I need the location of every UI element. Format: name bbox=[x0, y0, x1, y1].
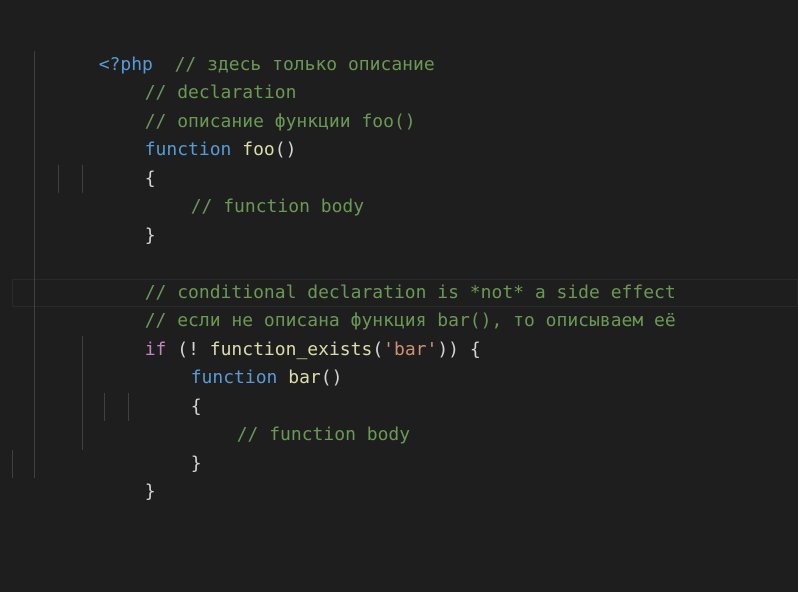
indent-guide bbox=[12, 449, 13, 478]
indent-guide bbox=[34, 193, 35, 222]
indent-guide bbox=[82, 421, 83, 450]
indent-guide bbox=[34, 307, 35, 336]
code-line-6: // function body bbox=[12, 164, 798, 217]
indent-guide bbox=[82, 335, 83, 364]
indent-guide bbox=[34, 421, 35, 450]
indent-guide bbox=[34, 278, 35, 307]
code-line-4: function foo() bbox=[12, 107, 798, 160]
indent-guide bbox=[34, 335, 35, 364]
code-line-11: if (! function_exists('bar')) { bbox=[12, 307, 798, 360]
code-line-16: } bbox=[12, 449, 798, 502]
code-line-12: function bar() bbox=[12, 335, 798, 388]
code-line-9: // conditional declaration is *not* a si… bbox=[12, 250, 798, 303]
indent-guide bbox=[34, 364, 35, 393]
indent-guide bbox=[104, 392, 105, 421]
code-editor[interactable]: <?php // здесь только описание // declar… bbox=[0, 0, 798, 511]
indent-guide bbox=[34, 449, 35, 478]
indent-guide bbox=[34, 164, 35, 193]
code-line-3: // описание функции foo() bbox=[12, 79, 798, 132]
code-lines: <?php // здесь только описание // declar… bbox=[12, 22, 798, 502]
indent-guide bbox=[34, 79, 35, 108]
indent-guide bbox=[34, 221, 35, 250]
indent-guide bbox=[128, 392, 129, 421]
code-line-10: // если не описана функция bar(), то опи… bbox=[12, 278, 798, 331]
brace-close: } bbox=[144, 481, 156, 502]
indent-guide bbox=[34, 107, 35, 136]
indent-guide bbox=[82, 164, 83, 193]
indent-guide bbox=[34, 392, 35, 421]
code-line-13: { bbox=[12, 364, 798, 417]
code-line-1: <?php // здесь только описание bbox=[12, 22, 798, 75]
indent-guide bbox=[34, 50, 35, 79]
indent-guide bbox=[34, 250, 35, 279]
code-line-15: } bbox=[12, 421, 798, 474]
indent-guide bbox=[58, 164, 59, 193]
indent-guide bbox=[82, 392, 83, 421]
code-line-2: // declaration bbox=[12, 50, 798, 103]
code-line-14: // function body bbox=[12, 392, 798, 445]
indent-guide bbox=[34, 136, 35, 165]
indent-guide bbox=[82, 364, 83, 393]
code-line-5: { bbox=[12, 136, 798, 189]
code-line-8 bbox=[12, 221, 798, 250]
code-line-7: } bbox=[12, 193, 798, 246]
